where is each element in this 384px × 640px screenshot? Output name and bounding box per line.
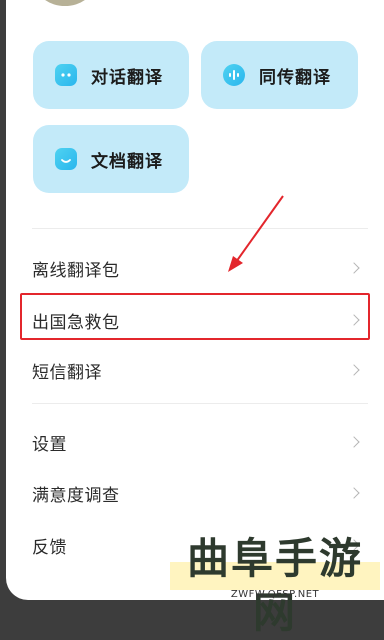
dialogue-translation-tile[interactable]: 对话翻译 <box>33 41 189 109</box>
tile-label: 同传翻译 <box>259 67 331 88</box>
menu-item-sms-translation[interactable]: 短信翻译 <box>32 350 364 390</box>
chevron-right-icon <box>348 487 360 499</box>
menu-item-label: 满意度调查 <box>32 485 120 506</box>
menu-item-label: 设置 <box>32 434 67 455</box>
voice-wave-icon <box>223 64 245 86</box>
tile-label: 对话翻译 <box>91 67 163 88</box>
tile-label: 文档翻译 <box>91 151 163 172</box>
chevron-right-icon <box>348 364 360 376</box>
chevron-right-icon <box>348 262 360 274</box>
chevron-right-icon <box>348 436 360 448</box>
watermark: 曲阜手游网 ZWFW.QFSP.NET <box>170 532 380 637</box>
divider <box>32 228 368 229</box>
menu-item-satisfaction-survey[interactable]: 满意度调查 <box>32 473 364 513</box>
simultaneous-translation-tile[interactable]: 同传翻译 <box>201 41 358 109</box>
menu-item-settings[interactable]: 设置 <box>32 422 364 462</box>
menu-item-label: 反馈 <box>32 537 67 558</box>
avatar[interactable] <box>36 0 94 6</box>
chat-bubble-icon <box>55 64 77 86</box>
document-icon <box>55 148 77 170</box>
watermark-url: ZWFW.QFSP.NET <box>230 589 320 600</box>
menu-item-label: 离线翻译包 <box>32 260 120 281</box>
menu-item-label: 短信翻译 <box>32 362 102 383</box>
watermark-title: 曲阜手游网 <box>186 534 363 637</box>
menu-item-offline-pack[interactable]: 离线翻译包 <box>32 248 364 288</box>
document-translation-tile[interactable]: 文档翻译 <box>33 125 189 193</box>
divider <box>32 403 368 404</box>
annotation-highlight-box <box>20 293 370 340</box>
